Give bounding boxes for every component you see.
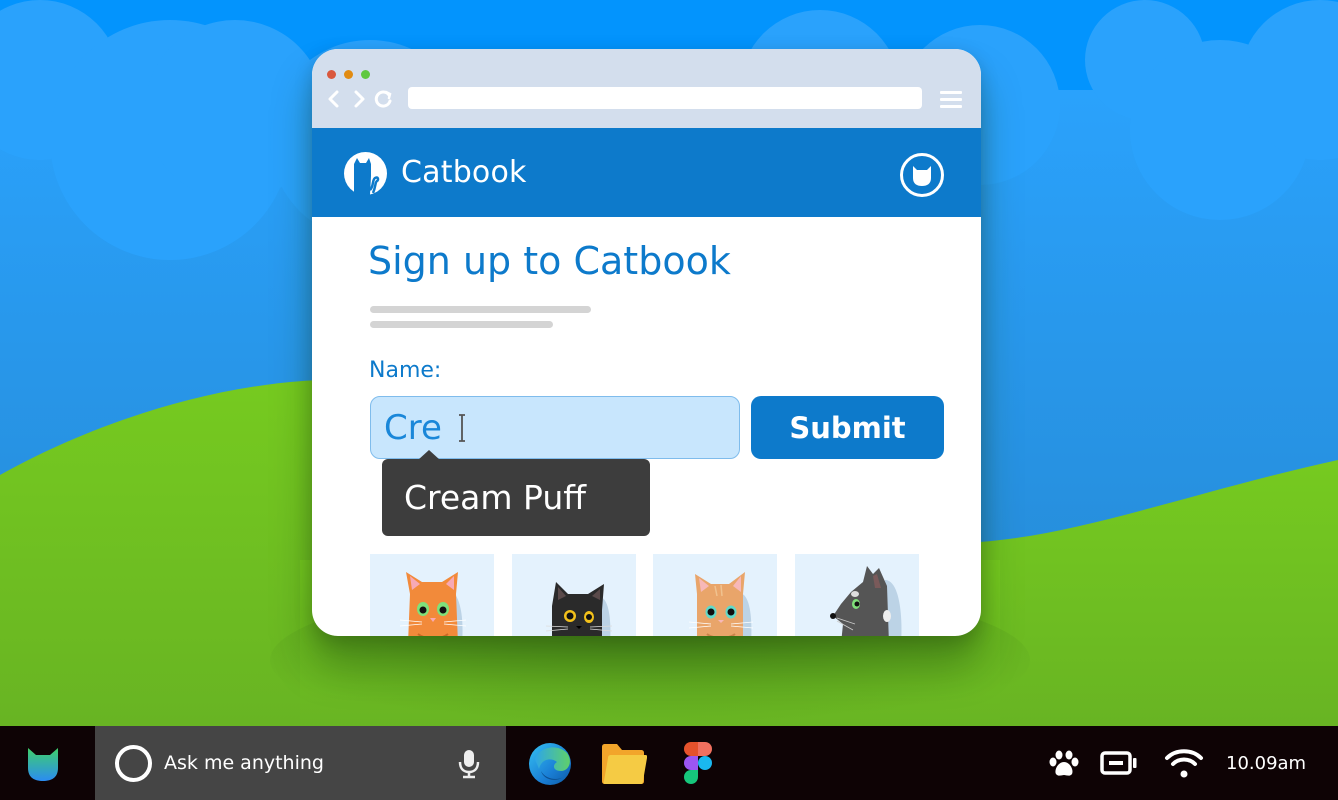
folder-icon xyxy=(602,744,648,784)
hamburger-menu-icon xyxy=(940,91,962,94)
taskbar-app-figma[interactable] xyxy=(676,741,722,787)
site-title[interactable]: Catbook xyxy=(401,155,527,190)
cat-silhouette-icon xyxy=(344,152,387,195)
forward-button[interactable] xyxy=(349,89,369,109)
site-header: Catbook xyxy=(312,128,981,217)
tray-wifi-button[interactable] xyxy=(1164,747,1204,779)
back-button[interactable] xyxy=(324,89,344,109)
clock[interactable]: 10.09am xyxy=(1226,753,1306,774)
name-label: Name: xyxy=(369,358,442,383)
figma-icon xyxy=(684,742,712,784)
wifi-icon xyxy=(1165,749,1203,778)
close-window-button[interactable] xyxy=(327,70,336,79)
cat-photo-card[interactable] xyxy=(512,554,636,636)
orange-tabby-cat xyxy=(399,572,467,636)
placeholder-text-line xyxy=(370,306,591,313)
text-cursor-icon xyxy=(459,414,465,442)
taskbar: Ask me anything 10.09am xyxy=(0,726,1338,800)
browser-toolbar xyxy=(312,49,981,128)
search-placeholder: Ask me anything xyxy=(164,752,324,774)
taskbar-search[interactable]: Ask me anything xyxy=(95,726,506,800)
placeholder-text-line xyxy=(370,321,553,328)
chevron-left-icon xyxy=(328,90,339,108)
page-title: Sign up to Catbook xyxy=(368,239,731,283)
chevron-right-icon xyxy=(354,90,365,108)
microphone-icon xyxy=(458,750,480,779)
cat-head-icon xyxy=(28,748,58,781)
minimize-window-button[interactable] xyxy=(344,70,353,79)
browser-menu-button[interactable] xyxy=(938,89,962,109)
signup-page: Sign up to Catbook Name: Cre Submit Crea… xyxy=(312,217,981,636)
black-cat xyxy=(545,582,613,636)
cat-photo-card[interactable] xyxy=(370,554,494,636)
maximize-window-button[interactable] xyxy=(361,70,370,79)
edge-browser-icon xyxy=(529,743,571,785)
cat-photo-card[interactable] xyxy=(795,554,919,636)
cat-face-icon xyxy=(900,153,944,197)
name-input-value: Cre xyxy=(384,407,442,448)
cat-photo-card[interactable] xyxy=(653,554,777,636)
tray-battery-button[interactable] xyxy=(1100,751,1138,775)
paw-icon xyxy=(1049,750,1079,776)
address-bar[interactable] xyxy=(408,87,922,109)
ginger-striped-cat xyxy=(688,572,754,636)
grey-cat-profile xyxy=(830,566,902,636)
microphone-button[interactable] xyxy=(457,749,481,779)
tray-paw-button[interactable] xyxy=(1048,750,1080,778)
hamburger-line xyxy=(940,105,962,108)
profile-button[interactable] xyxy=(899,152,945,198)
reload-button[interactable] xyxy=(374,89,394,109)
submit-button[interactable]: Submit xyxy=(751,396,944,459)
start-button[interactable] xyxy=(24,746,62,782)
autocomplete-suggestion[interactable]: Cream Puff xyxy=(382,450,650,536)
taskbar-app-edge[interactable] xyxy=(527,741,573,787)
browser-window: Catbook Sign up to Catbook Name: Cre Sub… xyxy=(312,49,981,636)
reload-icon xyxy=(374,90,392,108)
hamburger-line xyxy=(940,98,962,101)
cortana-ring-icon xyxy=(115,745,152,782)
taskbar-app-file-explorer[interactable] xyxy=(601,741,648,787)
battery-icon xyxy=(1100,751,1137,775)
